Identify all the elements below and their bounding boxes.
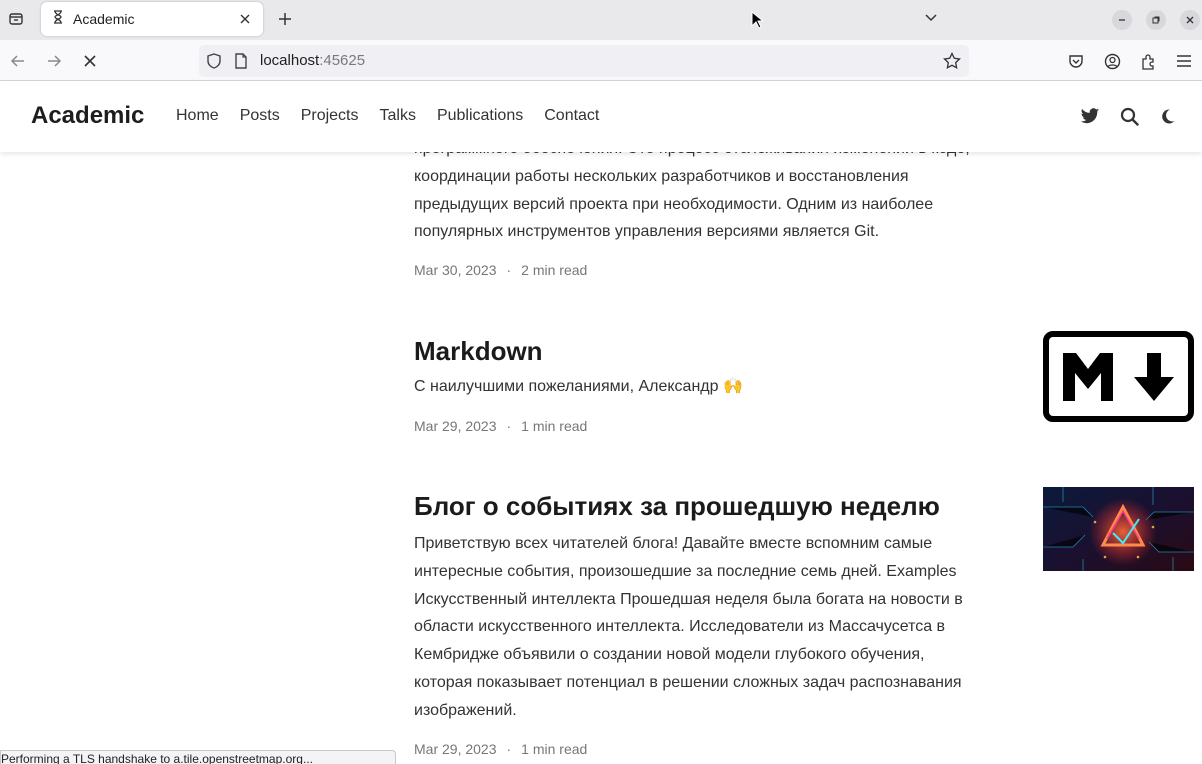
markdown-logo-icon (1063, 353, 1174, 401)
restore-button[interactable] (1146, 10, 1166, 30)
post-summary: С наилучшими пожеланиями, Александр 🙌 (414, 378, 743, 395)
page-icon[interactable] (234, 53, 248, 74)
close-window-button[interactable] (1180, 10, 1200, 30)
post-meta: Mar 29, 2023 · 1 min read (414, 741, 588, 757)
post-summary: программного обеспечения. Это процесс от… (414, 152, 970, 241)
browser-tab-academic[interactable]: Academic (41, 2, 263, 36)
mouse-cursor-icon (751, 10, 765, 34)
ai-chip-thumbnail[interactable] (1043, 487, 1194, 571)
menu-item-home[interactable]: Home (176, 107, 219, 125)
pocket-icon[interactable] (1064, 49, 1088, 73)
post-title[interactable]: Блог о событиях за прошедшую неделю (414, 491, 940, 522)
menu-item-talks[interactable]: Talks (380, 107, 416, 125)
chevron-down-icon[interactable] (924, 10, 938, 29)
menu-item-posts[interactable]: Posts (240, 107, 280, 125)
account-icon[interactable] (1100, 49, 1124, 73)
post-meta: Mar 29, 2023 · 1 min read (414, 418, 588, 434)
post-summary: Приветствую всех читателей блога! Давайт… (414, 535, 963, 719)
site-brand[interactable]: Academic (31, 102, 144, 130)
browser-navbar: localhost:45625 (0, 40, 1202, 81)
browser-tabbar: Academic (0, 0, 1202, 40)
close-tab-icon[interactable] (237, 11, 253, 27)
menu-item-publications[interactable]: Publications (437, 107, 523, 125)
post-meta: Mar 30, 2023 · 2 min read (414, 262, 588, 278)
hamburger-menu-icon[interactable] (1172, 49, 1196, 73)
hourglass-icon (51, 9, 65, 29)
tab-title: Academic (73, 11, 135, 27)
forward-button[interactable] (42, 49, 66, 73)
tab-list-icon[interactable] (4, 7, 28, 31)
ai-chip-image-icon (1043, 487, 1194, 571)
menu-item-contact[interactable]: Contact (544, 107, 599, 125)
post-list: программного обеспечения. Это процесс от… (0, 152, 1202, 762)
bookmark-star-icon[interactable] (943, 51, 961, 75)
shield-icon[interactable] (206, 53, 222, 74)
new-tab-button[interactable] (274, 8, 296, 30)
stop-loading-button[interactable] (78, 49, 102, 73)
main-menu: Home Posts Projects Talks Publications C… (176, 107, 620, 125)
markdown-logo-thumbnail[interactable] (1043, 331, 1194, 422)
back-button[interactable] (6, 49, 30, 73)
search-icon[interactable] (1118, 105, 1140, 127)
minimize-button[interactable] (1112, 10, 1132, 30)
window-controls (925, 0, 1202, 40)
site-header: Academic Home Posts Projects Talks Publi… (0, 81, 1202, 152)
moon-icon[interactable] (1156, 105, 1178, 127)
twitter-icon[interactable] (1079, 105, 1101, 127)
url-bar[interactable]: localhost:45625 (199, 45, 969, 77)
url-text: localhost:45625 (260, 52, 366, 69)
post-title[interactable]: Markdown (414, 336, 543, 367)
extensions-icon[interactable] (1136, 49, 1160, 73)
menu-item-projects[interactable]: Projects (301, 107, 359, 125)
